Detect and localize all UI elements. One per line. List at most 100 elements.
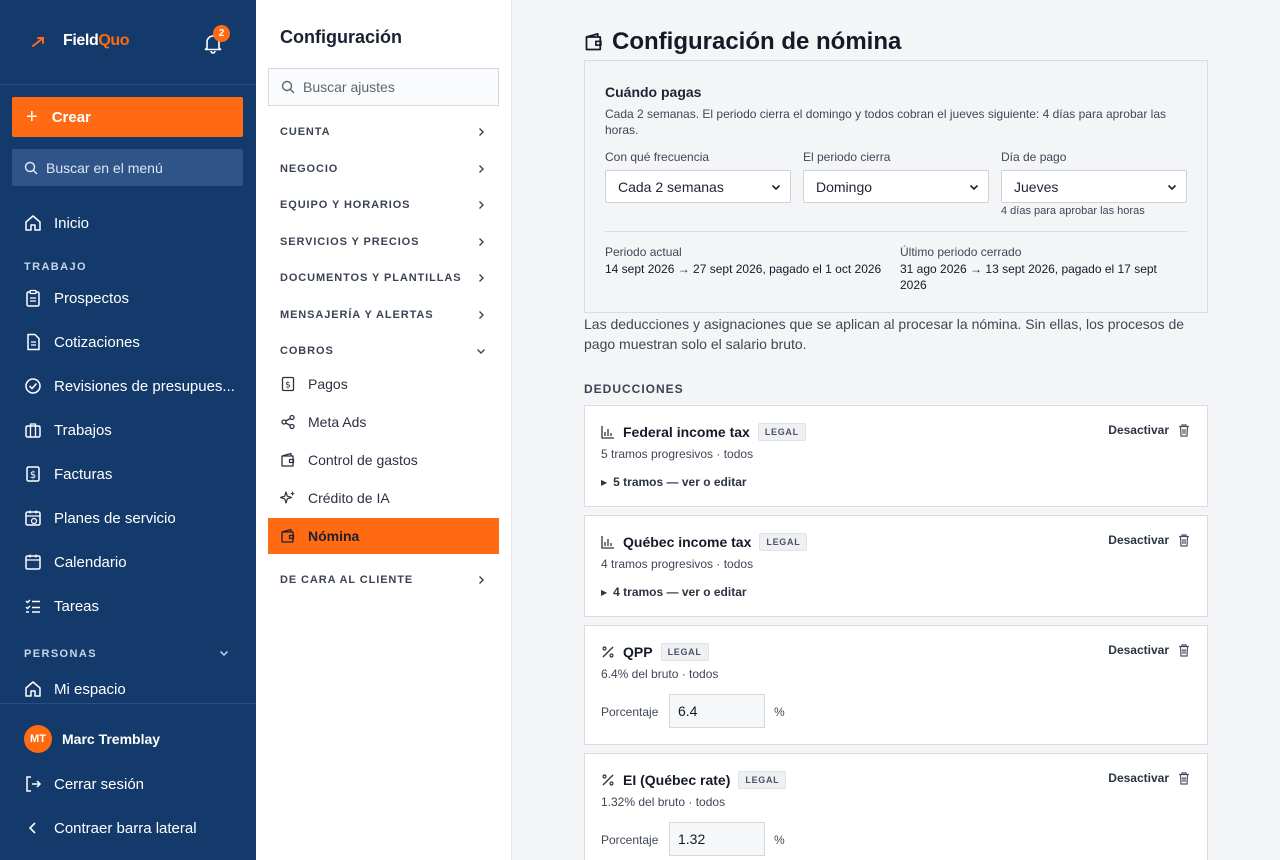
home-icon: [25, 215, 41, 231]
deduction-summary: 5 tramos progresivos · todos: [601, 447, 754, 461]
brackets-toggle[interactable]: ▶ 5 tramos — ver o editar: [601, 475, 747, 489]
share-nodes-icon: [281, 414, 295, 430]
divider: [605, 231, 1187, 232]
settings-section-payments[interactable]: COBROS: [280, 343, 486, 359]
settings-item-ai-credit[interactable]: Crédito de IA: [280, 488, 390, 508]
brand-name[interactable]: FieldQuo: [63, 32, 130, 50]
check-circle-icon: [25, 378, 41, 394]
deductions-intro: Las deducciones y asignaciones que se ap…: [584, 316, 1185, 352]
sidebar-item-calendar[interactable]: Calendario: [24, 551, 127, 573]
brand-name-part1: Field: [63, 32, 99, 49]
section-label: DE CARA AL CLIENTE: [280, 574, 414, 586]
trash-icon[interactable]: [1177, 423, 1191, 437]
sidebar-item-jobs[interactable]: Trabajos: [24, 419, 112, 441]
home-icon: [25, 681, 41, 697]
nav-section-people[interactable]: PERSONAS: [24, 648, 97, 660]
trash-icon[interactable]: [1177, 643, 1191, 657]
create-button-label: Crear: [51, 108, 91, 126]
payday-value: Jueves: [1014, 178, 1059, 195]
settings-section-messaging[interactable]: MENSAJERÍA Y ALERTAS: [280, 307, 486, 323]
trash-icon[interactable]: [1177, 533, 1191, 547]
percentage-input[interactable]: [669, 694, 765, 728]
settings-item-meta-ads[interactable]: Meta Ads: [280, 412, 366, 432]
sidebar-item-my-space[interactable]: Mi espacio: [24, 678, 126, 700]
deduction-name: Federal income tax: [623, 424, 750, 440]
sidebar-item-quotes[interactable]: Cotizaciones: [24, 331, 140, 353]
settings-item-label: Pagos: [308, 376, 348, 392]
logout-button[interactable]: Cerrar sesión: [24, 775, 144, 793]
brackets-toggle[interactable]: ▶ 4 tramos — ver o editar: [601, 585, 747, 599]
frequency-select[interactable]: Cada 2 semanas: [605, 170, 791, 203]
sidebar-item-home[interactable]: Inicio: [24, 212, 89, 234]
chevron-right-icon: [479, 201, 484, 209]
chart-icon: [601, 536, 614, 549]
settings-section-client-facing[interactable]: DE CARA AL CLIENTE: [280, 572, 486, 588]
settings-section-account[interactable]: CUENTA: [280, 124, 486, 140]
settings-section-services[interactable]: SERVICIOS Y PRECIOS: [280, 234, 486, 250]
settings-item-label: Crédito de IA: [308, 490, 390, 506]
sidebar-item-leads[interactable]: Prospectos: [24, 287, 129, 309]
sidebar-item-label: Calendario: [54, 553, 127, 571]
deactivate-button[interactable]: Desactivar: [1108, 643, 1169, 657]
sidebar-item-invoices[interactable]: $ Facturas: [24, 463, 112, 485]
sidebar-item-label: Prospectos: [54, 289, 130, 307]
pay-schedule-card: Cuándo pagas Cada 2 semanas. El periodo …: [584, 60, 1208, 313]
pay-schedule-description: Cada 2 semanas. El periodo cierra el dom…: [605, 107, 1166, 137]
deactivate-button[interactable]: Desactivar: [1108, 423, 1169, 437]
search-icon: [24, 161, 38, 175]
clipboard-icon: [26, 289, 40, 307]
collapse-sidebar-button[interactable]: Contraer barra lateral: [24, 819, 197, 837]
settings-section-business[interactable]: NEGOCIO: [280, 161, 486, 177]
sidebar-item-estimate-reviews[interactable]: Revisiones de presupues...: [24, 375, 235, 397]
payday-label: Día de pago: [1001, 150, 1067, 164]
trash-icon[interactable]: [1177, 771, 1191, 785]
sidebar-item-label: Revisiones de presupues...: [54, 377, 235, 395]
menu-search-placeholder: Buscar en el menú: [46, 159, 163, 176]
sidebar-item-tasks[interactable]: Tareas: [24, 595, 99, 617]
settings-section-documents[interactable]: DOCUMENTOS Y PLANTILLAS: [280, 270, 486, 286]
menu-search-input[interactable]: Buscar en el menú: [12, 149, 243, 186]
percent-icon: [602, 774, 614, 786]
chevron-down-icon: [771, 184, 781, 190]
chevron-down-icon[interactable]: [218, 647, 230, 659]
sidebar-item-service-plans[interactable]: Planes de servicio: [24, 507, 176, 529]
section-label: NEGOCIO: [280, 163, 339, 175]
notification-badge: 2: [213, 25, 230, 42]
deduction-header: Federal income tax LEGAL: [601, 423, 806, 441]
deduction-card-federal: Federal income tax LEGAL Desactivar 5 tr…: [584, 405, 1208, 507]
last-period-value: 31 ago 2026 → 13 sept 2026, pagado el 17…: [900, 262, 1157, 292]
svg-text:$: $: [285, 381, 291, 391]
period-close-select[interactable]: Domingo: [803, 170, 989, 203]
settings-item-expenses[interactable]: Control de gastos: [280, 450, 418, 470]
invoice-dollar-icon: $: [26, 466, 40, 482]
settings-search-input[interactable]: Buscar ajustes: [268, 68, 499, 106]
deduction-summary: 1.32% del bruto · todos: [601, 795, 726, 809]
calendar-refresh-icon: [25, 510, 41, 526]
deactivate-button[interactable]: Desactivar: [1108, 771, 1169, 785]
logout-icon: [26, 776, 42, 792]
settings-section-team[interactable]: EQUIPO Y HORARIOS: [280, 197, 486, 213]
settings-item-label: Nómina: [308, 528, 360, 544]
calendar-icon: [25, 554, 41, 570]
settings-item-payments[interactable]: $ Pagos: [280, 374, 348, 394]
period-close-label: El periodo cierra: [803, 150, 891, 164]
logout-label: Cerrar sesión: [54, 775, 145, 793]
nav-section-work: TRABAJO: [24, 261, 87, 273]
brand-header: FieldQuo 2: [0, 0, 256, 85]
settings-item-payroll[interactable]: Nómina: [268, 518, 499, 554]
deduction-header: Québec income tax LEGAL: [601, 533, 808, 551]
payday-select[interactable]: Jueves: [1001, 170, 1187, 203]
user-name[interactable]: Marc Tremblay: [62, 731, 160, 747]
deactivate-button[interactable]: Desactivar: [1108, 533, 1169, 547]
avatar[interactable]: MT: [24, 725, 52, 753]
briefcase-icon: [25, 423, 41, 438]
percentage-input[interactable]: [669, 822, 765, 856]
brand-name-part2: Quo: [98, 32, 130, 49]
chevron-down-icon: [477, 349, 485, 354]
deduction-actions: Desactivar: [1108, 533, 1191, 547]
create-button[interactable]: + Crear: [12, 97, 243, 137]
page-title-text: Configuración de nómina: [612, 28, 902, 55]
legal-badge: LEGAL: [660, 643, 709, 661]
sparkles-icon: [280, 491, 295, 504]
chevron-right-icon: [479, 311, 484, 319]
